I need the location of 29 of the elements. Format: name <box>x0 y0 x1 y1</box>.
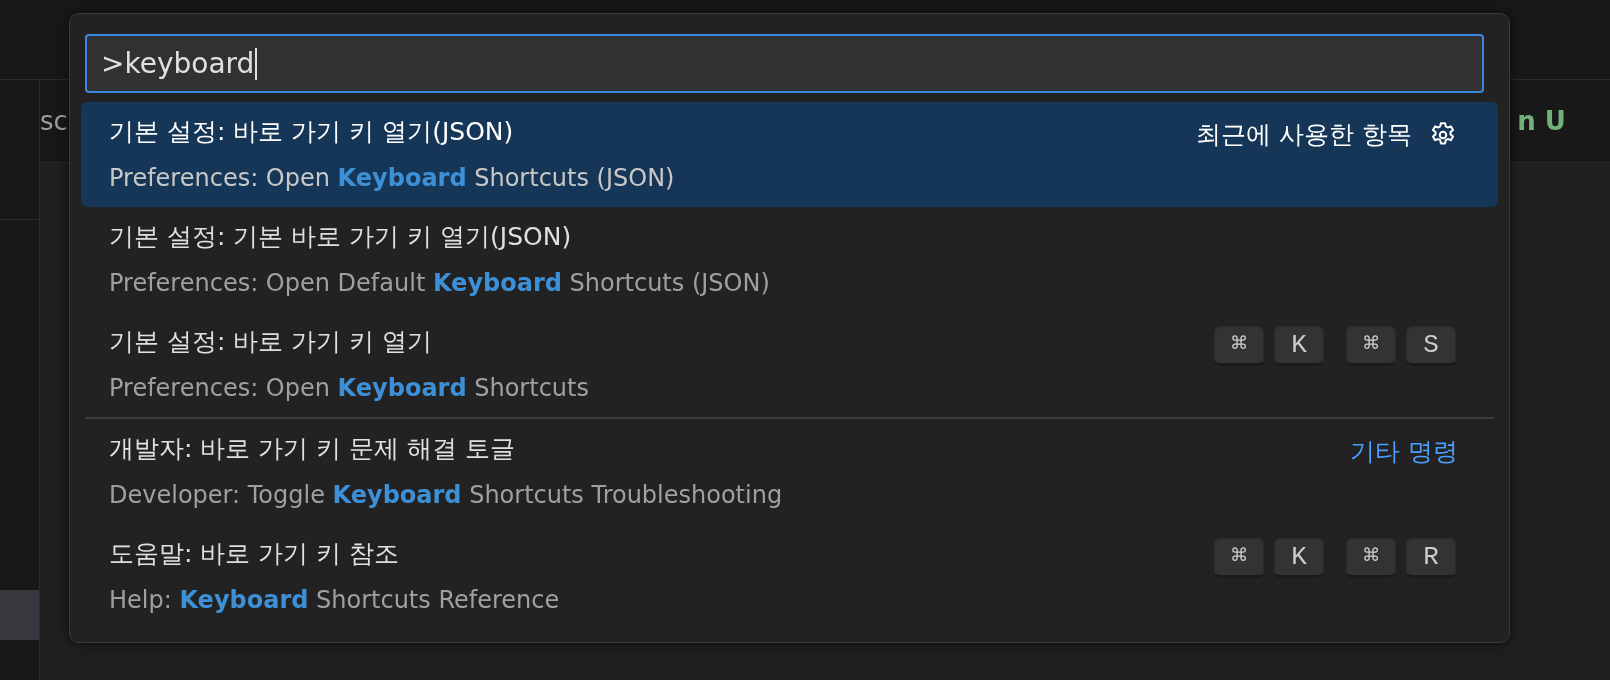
keyboard-key: ⌘ <box>1214 326 1264 366</box>
command-item[interactable]: 개발자: 바로 가기 키 문제 해결 토글 Developer: Toggle Keyboard Shortcuts Troubleshooting 기타 명령 <box>81 419 1498 524</box>
keyboard-key: K <box>1274 326 1324 366</box>
sidebar-selection <box>0 590 39 640</box>
command-label: 기본 설정: 기본 바로 가기 키 열기(JSON) <box>109 220 573 253</box>
command-item[interactable]: 기본 설정: 바로 가기 키 열기(JSON) Preferences: Open Keyboard Shortcuts (JSON) 최근에 사용한 항목 <box>81 102 1498 207</box>
tab-title[interactable]: n U <box>1517 101 1566 141</box>
command-detail: Preferences: Open Keyboard Shortcuts <box>109 373 589 405</box>
command-item[interactable]: 기본 설정: 바로 가기 키 열기 Preferences: Open Keyboard Shortcuts ⌘ K ⌘ S <box>81 312 1498 417</box>
command-label: 기본 설정: 바로 가기 키 열기(JSON) <box>109 115 515 148</box>
command-detail: Preferences: Open Default Keyboard Shortcuts (JSON) <box>109 268 770 300</box>
command-detail: Preferences: Open Keyboard Shortcuts (JSON) <box>109 163 675 195</box>
command-label: 도움말: 바로 가기 키 참조 <box>109 537 401 570</box>
command-item[interactable]: 기본 설정: 기본 바로 가기 키 열기(JSON) Preferences: Open Default Keyboard Shortcuts (JSON) <box>81 207 1498 312</box>
command-item[interactable]: 도움말: 바로 가기 키 참조 Help: Keyboard Shortcuts Reference ⌘ K ⌘ R <box>81 524 1498 629</box>
keyboard-key: S <box>1406 326 1456 366</box>
command-label: 기본 설정: 바로 가기 키 열기 <box>109 325 434 358</box>
recently-used-label: 최근에 사용한 항목 <box>1196 119 1412 151</box>
tab-title[interactable]: sc <box>40 101 68 141</box>
other-commands-link[interactable]: 기타 명령 <box>1350 437 1458 466</box>
command-detail: Developer: Toggle Keyboard Shortcuts Troubleshooting <box>109 480 783 512</box>
command-detail: Help: Keyboard Shortcuts Reference <box>109 585 560 617</box>
keyboard-key: ⌘ <box>1346 326 1396 366</box>
command-input[interactable]: >keyboard <box>85 34 1484 93</box>
keyboard-key: ⌘ <box>1214 538 1264 578</box>
command-label: 개발자: 바로 가기 키 문제 해결 토글 <box>109 432 517 465</box>
keyboard-key: K <box>1274 538 1324 578</box>
keyboard-key: ⌘ <box>1346 538 1396 578</box>
keyboard-key: R <box>1406 538 1456 578</box>
